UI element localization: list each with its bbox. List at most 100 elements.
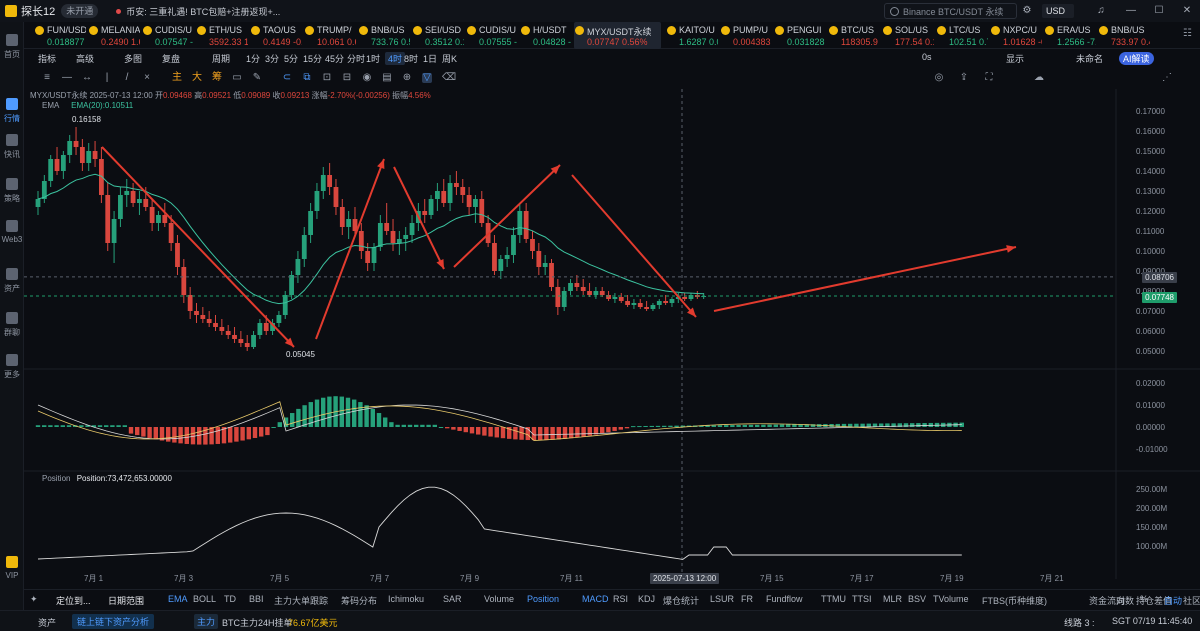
big-order-icon[interactable]: 大 [192,73,202,83]
interval-button[interactable]: 45分 [325,52,344,65]
rectangle-icon[interactable]: ▭ [232,73,242,83]
scale-toggle[interactable]: % [1140,594,1148,604]
ticker-item[interactable]: CUDIS/U 0.07555 - [466,22,518,49]
indicator-toggle[interactable]: FTBS(币种维度) [982,594,1047,607]
brush-icon[interactable]: ✎ [252,73,262,83]
cursor-icon[interactable]: ≡ [42,73,52,83]
settings-icon[interactable]: ⚙ [1020,4,1034,18]
candlestick-chart[interactable]: 0.17000 0.16000 0.15000 0.14000 0.13000 0.120… [24,89,1200,589]
indicator-toggle[interactable]: FR [741,594,753,604]
measure-icon[interactable]: ▤ [382,73,392,83]
interval-button[interactable]: 1分 [246,52,260,65]
indicators-button[interactable]: 指标 [38,52,56,65]
multi-chart-button[interactable]: 多图 [124,52,142,65]
interval-button[interactable]: 8时 [404,52,418,65]
indicator-toggle[interactable]: SAR [443,594,462,604]
cloud-icon[interactable]: ☁ [1034,73,1044,83]
ema-legend[interactable]: EMA EMA(20):0.10511 [42,101,133,110]
period-select[interactable]: 周期 [212,52,230,65]
line-label[interactable]: 线路 3 : [1064,616,1095,629]
search-input[interactable]: Binance BTC/USDT 永续 [884,3,1017,19]
sidebar-item-8[interactable]: VIP [0,556,24,580]
indicator-toggle[interactable]: TTMU [821,594,846,604]
share-icon[interactable]: ⇪ [959,73,969,83]
advanced-button[interactable]: 高级 [76,52,94,65]
indicator-toggle[interactable]: BBI [249,594,264,604]
news-ticker[interactable]: 币安: 三重礼遇! BTC包赔+注册返现+... [126,5,280,18]
copy-icon[interactable]: ⧉ [302,73,312,83]
ai-analysis-button[interactable]: AI解读 [1119,52,1154,65]
interval-button[interactable]: 3分 [265,52,279,65]
eye-icon[interactable]: ◉ [362,73,372,83]
ticker-item[interactable]: KAITO/U 1.6287 0.0 [666,22,718,49]
ticker-item[interactable]: PUMP/U 0.004383 - [720,22,772,49]
close-icon[interactable]: ✕ [1180,4,1194,18]
indicator-toggle[interactable]: TVolume [933,594,969,604]
ticker-item[interactable]: ERA/US 1.2566 -7. [1044,22,1096,49]
interval-button[interactable]: 4时 [385,52,406,65]
indicator-toggle[interactable]: TTSI [852,594,872,604]
indicator-toggle[interactable]: 筹码分布 [341,594,377,607]
ticker-item[interactable]: ETH/US 3592.33 1 [196,22,248,49]
ticker-item[interactable]: PENGUI 0.031828 [774,22,826,49]
ray-icon[interactable]: ↔ [82,73,92,83]
indicator-toggle[interactable]: BSV [908,594,926,604]
indicator-toggle[interactable]: MLR [883,594,902,604]
ticker-item[interactable]: CUDIS/U 0.07547 - [142,22,194,49]
ticker-item[interactable]: SOL/US 177.54 0.1 [882,22,934,49]
ticker-item[interactable]: H/USDT 0.04828 - [520,22,572,49]
ticker-item[interactable]: TAO/US 0.4149 -0. [250,22,302,49]
sidebar-item-1[interactable]: 行情 [0,98,24,124]
ticker-item[interactable]: LTC/US 102.51 0.7 [936,22,988,49]
indicator-toggle[interactable]: LSUR [710,594,734,604]
status-badge[interactable]: 未开通 [61,4,99,18]
vertical-line-icon[interactable]: | [102,73,112,83]
display-button[interactable]: 显示 [1006,52,1024,65]
indicator-toggle[interactable]: Position [527,594,559,604]
camera-icon[interactable]: ◎ [934,73,944,83]
bell-icon[interactable]: ♫ [1094,4,1108,18]
maximize-icon[interactable]: ☐ [1152,4,1166,18]
indicator-toggle[interactable]: Fundflow [766,594,803,604]
ticker-item[interactable]: SEI/USD 0.3512 0.1 [412,22,464,49]
layout-name[interactable]: 未命名 [1076,52,1103,65]
ticker-more-icon[interactable]: ☷ [1183,28,1192,39]
indicator-toggle[interactable]: MACD [582,594,609,604]
sidebar-item-6[interactable]: 群聊 [0,312,24,338]
sidebar-item-0[interactable]: 首页 [0,34,24,60]
ticker-item[interactable]: NXPC/U 1.01628 -0 [990,22,1042,49]
trend-line-icon[interactable]: / [122,73,132,83]
sidebar-item-2[interactable]: 快讯 [0,134,24,160]
indicator-toggle[interactable]: 爆仓统计 [663,594,699,607]
lock-icon[interactable]: ⊡ [322,73,332,83]
sidebar-item-5[interactable]: 资产 [0,268,24,294]
trash-icon[interactable]: ⌫ [442,73,456,83]
interval-button[interactable]: 1日 [423,52,437,65]
indicator-toggle[interactable]: 社区指标 [1183,594,1200,607]
chips-icon[interactable]: 筹 [212,73,222,83]
ticker-item[interactable]: TRUMP/10.061 0.6 [304,22,356,49]
currency-select[interactable]: USD [1042,4,1074,18]
scale-toggle[interactable]: 自动 [1164,594,1182,607]
ticker-item[interactable]: BNB/US 733.76 0.5 [358,22,410,49]
fullscreen-icon[interactable]: ⛶ [984,73,994,83]
interval-button[interactable]: 周K [442,52,457,65]
goto-button[interactable]: 定位到... [56,594,91,607]
indicator-toggle[interactable]: RSI [613,594,628,604]
main-force-icon[interactable]: 主 [172,73,182,83]
indicator-toggle[interactable]: KDJ [638,594,655,604]
interval-button[interactable]: 5分 [284,52,298,65]
refresh-rate[interactable]: 0s [922,52,932,62]
interval-button[interactable]: 15分 [303,52,322,65]
ticker-item[interactable]: BNB/US 733.97 0.4 [1098,22,1150,49]
ticker-item[interactable]: FUN/USDT 0.018877 [34,22,86,49]
magnet-icon[interactable]: ⊂ [282,73,292,83]
assets-label[interactable]: 资产 [38,616,56,629]
sidebar-item-3[interactable]: 策略 [0,178,24,204]
asset-analysis-button[interactable]: 链上链下资产分析 [72,614,155,629]
indicator-toggle[interactable]: EMA [168,594,188,604]
sidebar-item-4[interactable]: Web3 [0,220,24,244]
indicator-toggle[interactable]: Volume [484,594,514,604]
ticker-item[interactable]: BTC/US 118305.9 [828,22,880,49]
indicator-toggle[interactable]: Ichimoku [388,594,424,604]
